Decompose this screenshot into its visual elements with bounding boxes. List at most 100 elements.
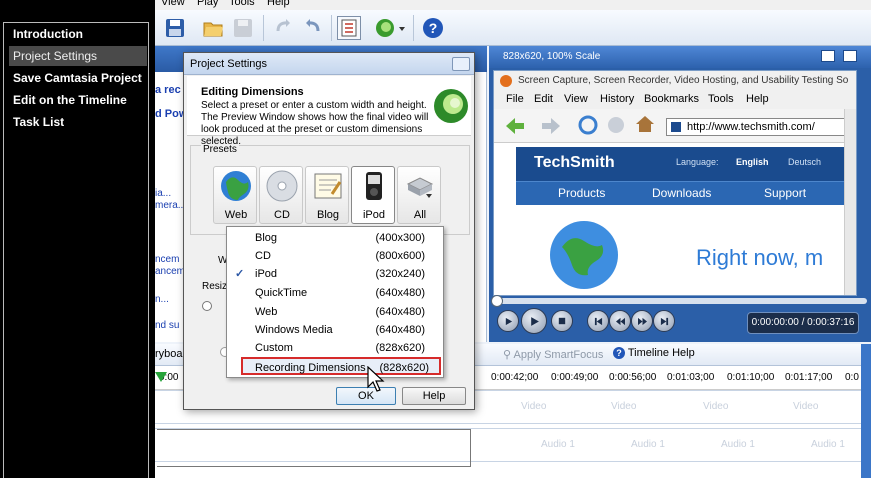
browser-vertical-scrollbar[interactable]: [844, 109, 856, 295]
clip-text[interactable]: mera...: [155, 200, 186, 211]
blog-icon: [314, 173, 342, 199]
preset-blog[interactable]: Blog: [305, 166, 349, 224]
preset-web[interactable]: Web: [213, 166, 257, 224]
preset-ipod[interactable]: iPod: [351, 166, 395, 224]
steps-panel: Introduction Project Settings Save Camta…: [0, 0, 152, 478]
forward-arrow-icon[interactable]: [540, 116, 562, 136]
help-icon[interactable]: ?: [421, 16, 445, 40]
dropdown-item-web[interactable]: Web (640x480): [227, 303, 443, 321]
main-toolbar: ?: [155, 10, 871, 46]
detach-preview-icon[interactable]: [843, 50, 857, 62]
step-task-list[interactable]: Task List: [9, 112, 147, 132]
dropdown-item-name: Recording Dimensions: [255, 362, 366, 374]
dropdown-item-cd[interactable]: CD (800x600): [227, 247, 443, 265]
clip-text[interactable]: ia...: [155, 188, 171, 199]
clip-text[interactable]: nd su: [155, 320, 179, 331]
clip-text[interactable]: ncem: [155, 254, 179, 265]
ipod-icon: [366, 172, 382, 200]
resize-radio[interactable]: [202, 301, 212, 311]
browser-title-text: Screen Capture, Screen Recorder, Video H…: [518, 75, 849, 86]
site-nav-downloads[interactable]: Downloads: [652, 186, 711, 200]
stop-icon[interactable]: [606, 115, 626, 135]
step-introduction[interactable]: Introduction: [9, 24, 147, 44]
fullscreen-icon[interactable]: [821, 50, 835, 62]
play-icon[interactable]: [497, 310, 519, 332]
preset-all[interactable]: All: [397, 166, 441, 224]
browser-menu-help[interactable]: Help: [746, 93, 769, 105]
browser-menu-history[interactable]: History: [600, 93, 634, 105]
menu-help[interactable]: Help: [267, 0, 290, 8]
skip-to-start-icon[interactable]: [587, 310, 609, 332]
playhead-marker[interactable]: [155, 372, 167, 382]
undo-icon[interactable]: [271, 16, 295, 40]
reload-icon[interactable]: [578, 115, 598, 135]
step-project-settings[interactable]: Project Settings: [9, 46, 147, 66]
storyboard-tab[interactable]: ryboar: [155, 348, 186, 360]
clip-text[interactable]: ancem: [155, 266, 185, 277]
timeline-help-button[interactable]: ? Timeline Help: [613, 347, 695, 359]
open-folder-icon[interactable]: [201, 16, 225, 40]
dropdown-item-windows-media[interactable]: Windows Media (640x480): [227, 321, 443, 339]
site-nav-products[interactable]: Products: [558, 186, 605, 200]
clip-text[interactable]: n...: [155, 294, 169, 305]
menu-view[interactable]: View: [161, 0, 185, 8]
all-presets-icon: [406, 177, 434, 198]
dropdown-item-name: Windows Media: [255, 324, 333, 336]
browser-menu-tools[interactable]: Tools: [708, 93, 734, 105]
back-arrow-icon[interactable]: [504, 116, 526, 136]
preview-header: 828x620, 100% Scale: [489, 46, 871, 68]
save-disabled-icon[interactable]: [231, 16, 255, 40]
apply-smartfocus-button[interactable]: ⚲ Apply SmartFocus: [503, 348, 603, 361]
preset-blog-label: Blog: [316, 209, 340, 221]
ok-button[interactable]: OK: [336, 387, 396, 405]
address-bar[interactable]: http://www.techsmith.com/: [666, 118, 856, 136]
dialog-title: Project Settings: [190, 58, 268, 70]
clip-text[interactable]: a rec: [155, 84, 181, 96]
produce-dropdown-icon[interactable]: [397, 16, 407, 40]
audio-track-label: Audio 1: [811, 439, 845, 450]
redo-icon[interactable]: [301, 16, 325, 40]
presets-group: Presets Web CD Blog iPod All: [190, 144, 470, 235]
step-edit-on-timeline[interactable]: Edit on the Timeline: [9, 90, 147, 110]
dropdown-item-ipod[interactable]: ✓ iPod (320x240): [227, 265, 443, 283]
ruler-tick-label: 0:0: [845, 372, 859, 383]
menu-tools[interactable]: Tools: [229, 0, 255, 8]
language-deutsch-link[interactable]: Deutsch: [788, 157, 821, 167]
step-save-camtasia-project[interactable]: Save Camtasia Project: [9, 68, 147, 88]
preset-cd[interactable]: CD: [259, 166, 303, 224]
timeline-scroll-edge[interactable]: [861, 344, 871, 478]
globe-icon: [221, 171, 251, 201]
preset-cd-label: CD: [274, 209, 290, 221]
produce-icon[interactable]: [373, 16, 397, 40]
browser-menu-bookmarks[interactable]: Bookmarks: [644, 93, 699, 105]
techsmith-logo[interactable]: TechSmith: [534, 154, 615, 172]
stop-playback-icon[interactable]: [551, 310, 573, 332]
language-english-link[interactable]: English: [736, 157, 769, 167]
menu-play[interactable]: Play: [197, 0, 218, 8]
dropdown-item-custom[interactable]: Custom (828x620): [227, 339, 443, 357]
browser-menu-file[interactable]: File: [506, 93, 524, 105]
rewind-icon[interactable]: [609, 310, 631, 332]
browser-menu-edit[interactable]: Edit: [534, 93, 553, 105]
play-pause-icon[interactable]: [521, 308, 547, 334]
save-icon[interactable]: [163, 16, 187, 40]
editing-dimensions-heading: Editing Dimensions: [201, 86, 304, 98]
dropdown-item-name: CD: [255, 250, 271, 262]
home-icon[interactable]: [634, 114, 656, 134]
dialog-close-icon[interactable]: [452, 57, 470, 71]
dropdown-item-dimensions: (640x480): [375, 287, 425, 299]
dropdown-item-recording-dimensions[interactable]: Recording Dimensions (828x620): [241, 357, 441, 375]
dropdown-item-name: QuickTime: [255, 287, 308, 299]
audio-track[interactable]: Audio 1 Audio 1 Audio 1 Audio 1: [155, 428, 871, 467]
audio-clip[interactable]: [157, 429, 471, 467]
dropdown-item-dimensions: (640x480): [375, 324, 425, 336]
browser-menu-view[interactable]: View: [564, 93, 588, 105]
site-nav-support[interactable]: Support: [764, 186, 806, 200]
task-list-icon[interactable]: [337, 16, 361, 40]
ruler-tick-label: 0:00:56;00: [609, 372, 657, 383]
fast-forward-icon[interactable]: [631, 310, 653, 332]
dropdown-item-quicktime[interactable]: QuickTime (640x480): [227, 284, 443, 302]
dropdown-item-blog[interactable]: Blog (400x300): [227, 229, 443, 247]
skip-to-end-icon[interactable]: [653, 310, 675, 332]
help-button[interactable]: Help: [402, 387, 466, 405]
